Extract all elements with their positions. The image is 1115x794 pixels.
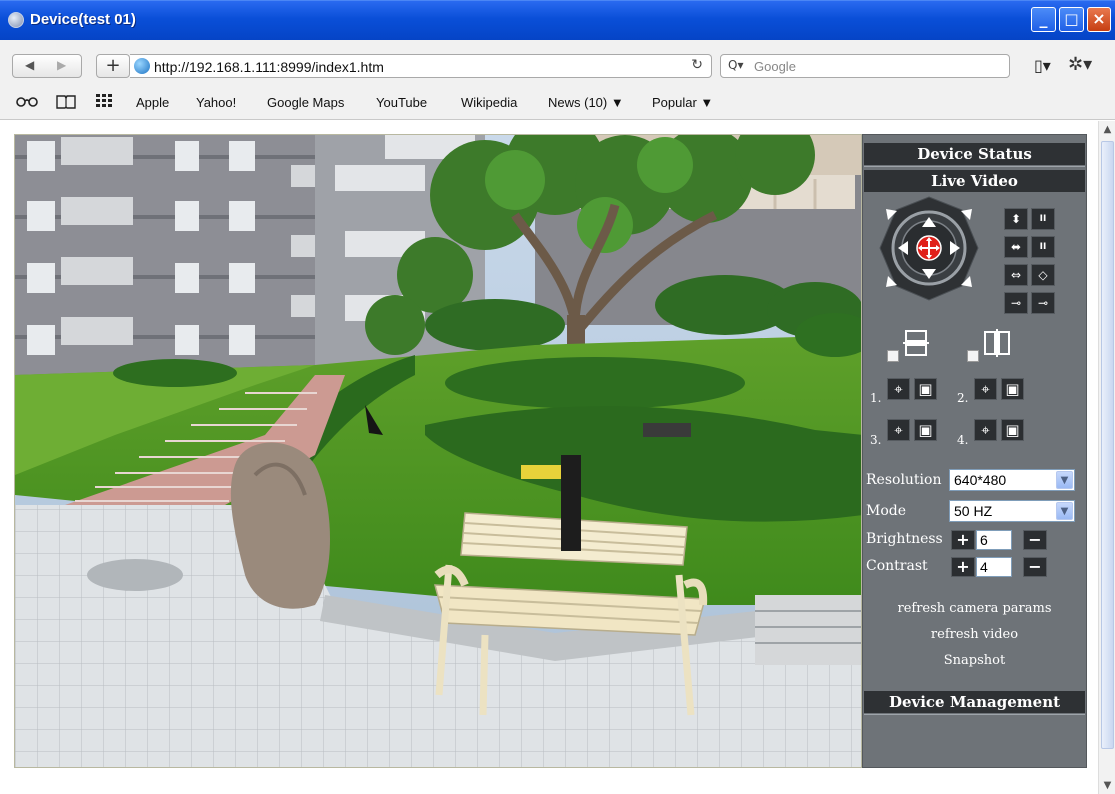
stop-horizontal-patrol-button[interactable]: II xyxy=(1031,236,1055,258)
window-title: Device(test 01) xyxy=(30,11,136,28)
preset-1-label: 1. xyxy=(870,391,882,405)
mode-label: Mode xyxy=(866,503,907,519)
brightness-value: 6 xyxy=(976,530,1012,550)
reader-icon[interactable] xyxy=(16,94,38,112)
preset-2-go-button[interactable]: ⌖ xyxy=(974,378,997,400)
scroll-down-icon[interactable]: ▼ xyxy=(1099,777,1115,794)
io-output-on-button[interactable]: ⊸ xyxy=(1004,292,1028,314)
scroll-thumb[interactable] xyxy=(1101,141,1114,749)
mirror-button[interactable]: ◇ xyxy=(1031,264,1055,286)
bookmark-yahoo[interactable]: Yahoo! xyxy=(196,95,236,110)
contrast-minus-button[interactable]: − xyxy=(1023,557,1047,577)
preset-3-set-button[interactable]: ▣ xyxy=(914,419,937,441)
bookmark-google-maps[interactable]: Google Maps xyxy=(267,95,344,110)
window-titlebar: Device(test 01) _ □ × xyxy=(0,0,1115,40)
page-scrollbar[interactable]: ▲ ▼ xyxy=(1098,121,1115,794)
back-icon[interactable]: ◀ xyxy=(25,58,34,72)
header-divider xyxy=(864,714,1085,715)
resolution-value: 640*480 xyxy=(954,472,1007,488)
bookmark-news-folder[interactable]: News (10) ▼ xyxy=(548,95,624,110)
preset-4-go-button[interactable]: ⌖ xyxy=(974,419,997,441)
page-menu-icon[interactable]: ▯▾ xyxy=(1034,56,1051,75)
browser-icon xyxy=(8,12,24,28)
contrast-label: Contrast xyxy=(866,558,928,574)
mode-value: 50 HZ xyxy=(954,503,993,519)
io-output-off-button[interactable]: ⊸ xyxy=(1031,292,1055,314)
flip-icon xyxy=(903,329,929,363)
globe-icon xyxy=(134,58,150,74)
mirror-checkbox[interactable] xyxy=(967,350,979,362)
preset-4-label: 4. xyxy=(957,433,969,447)
close-button[interactable]: × xyxy=(1087,7,1111,32)
bookmark-apple[interactable]: Apple xyxy=(136,95,169,110)
bookmark-youtube[interactable]: YouTube xyxy=(376,95,427,110)
reload-icon[interactable]: ↻ xyxy=(691,57,703,73)
search-icon[interactable]: Q▾ xyxy=(728,58,743,72)
flip-button[interactable]: ⇔ xyxy=(1004,264,1028,286)
bookmark-wikipedia[interactable]: Wikipedia xyxy=(461,95,517,110)
page-content: Device Status Live Video ⬍ II ⬌ II ⇔ ◇ ⊸… xyxy=(0,121,1115,794)
mode-select[interactable]: 50 HZ ▼ xyxy=(949,500,1075,522)
brightness-minus-button[interactable]: − xyxy=(1023,530,1047,550)
search-input[interactable]: Q▾ Google xyxy=(720,54,1010,78)
header-divider xyxy=(864,166,1085,167)
device-status-header[interactable]: Device Status xyxy=(864,143,1085,165)
settings-gear-icon[interactable]: ✲▾ xyxy=(1068,54,1092,75)
nav-button-group: ◀ ▶ xyxy=(12,54,82,78)
scroll-up-icon[interactable]: ▲ xyxy=(1099,121,1115,138)
preset-1-go-button[interactable]: ⌖ xyxy=(887,378,910,400)
live-video-header[interactable]: Live Video xyxy=(864,170,1085,192)
maximize-button[interactable]: □ xyxy=(1059,7,1084,32)
refresh-camera-params-link[interactable]: refresh camera params xyxy=(864,601,1085,616)
add-bookmark-button[interactable]: + xyxy=(96,54,130,78)
ptz-direction-pad[interactable] xyxy=(866,196,992,305)
url-text[interactable]: http://192.168.1.111:8999/index1.htm xyxy=(154,59,384,75)
preset-2-label: 2. xyxy=(957,391,969,405)
address-bar[interactable]: http://192.168.1.111:8999/index1.htm ↻ xyxy=(130,54,712,78)
brightness-plus-button[interactable]: + xyxy=(951,530,975,550)
preset-4-set-button[interactable]: ▣ xyxy=(1001,419,1024,441)
camera-control-panel: Device Status Live Video ⬍ II ⬌ II ⇔ ◇ ⊸… xyxy=(862,134,1087,768)
bookmark-popular-folder[interactable]: Popular ▼ xyxy=(652,95,713,110)
resolution-select[interactable]: 640*480 ▼ xyxy=(949,469,1075,491)
preset-2-set-button[interactable]: ▣ xyxy=(1001,378,1024,400)
preset-3-go-button[interactable]: ⌖ xyxy=(887,419,910,441)
forward-icon[interactable]: ▶ xyxy=(57,58,66,72)
refresh-video-link[interactable]: refresh video xyxy=(864,627,1085,642)
bookmarks-icon[interactable] xyxy=(56,94,76,113)
live-video-feed[interactable] xyxy=(14,134,862,768)
contrast-plus-button[interactable]: + xyxy=(951,557,975,577)
vertical-patrol-button[interactable]: ⬍ xyxy=(1004,208,1028,230)
preset-1-set-button[interactable]: ▣ xyxy=(914,378,937,400)
search-placeholder: Google xyxy=(754,59,796,74)
resolution-label: Resolution xyxy=(866,472,942,488)
device-management-header[interactable]: Device Management xyxy=(864,691,1085,713)
contrast-value: 4 xyxy=(976,557,1012,577)
horizontal-patrol-button[interactable]: ⬌ xyxy=(1004,236,1028,258)
chevron-down-icon[interactable]: ▼ xyxy=(1056,471,1073,489)
top-sites-icon[interactable] xyxy=(96,94,112,112)
mirror-icon xyxy=(983,329,1011,363)
minimize-button[interactable]: _ xyxy=(1031,7,1056,32)
flip-checkbox[interactable] xyxy=(887,350,899,362)
preset-3-label: 3. xyxy=(870,433,882,447)
stop-vertical-patrol-button[interactable]: II xyxy=(1031,208,1055,230)
browser-toolbar: ◀ ▶ + http://192.168.1.111:8999/index1.h… xyxy=(0,40,1115,120)
chevron-down-icon[interactable]: ▼ xyxy=(1056,502,1073,520)
bookmarks-bar: Apple Yahoo! Google Maps YouTube Wikiped… xyxy=(0,92,1115,114)
brightness-label: Brightness xyxy=(866,531,943,547)
snapshot-link[interactable]: Snapshot xyxy=(864,653,1085,668)
